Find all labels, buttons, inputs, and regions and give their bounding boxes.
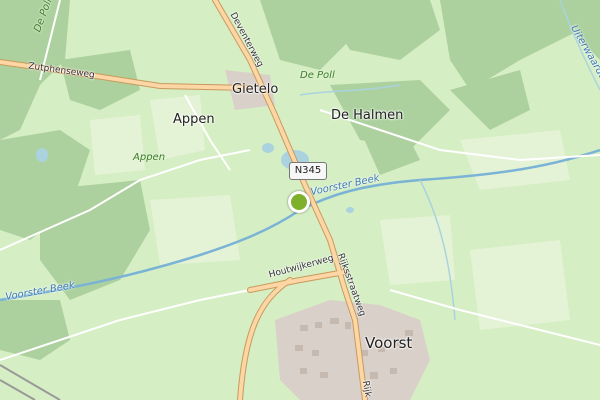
place-label-gietelo: Gietelo bbox=[232, 82, 279, 97]
place-label-de-halmen: De Halmen bbox=[331, 108, 404, 123]
location-pin-icon[interactable] bbox=[288, 191, 310, 213]
area-label-de-poll: De Poll bbox=[300, 70, 335, 81]
location-pin-dot bbox=[291, 194, 307, 210]
place-label-voorst: Voorst bbox=[365, 334, 413, 352]
area-label-appen: Appen bbox=[133, 152, 166, 163]
map-view[interactable]: Gietelo Appen Appen De Halmen Voorst Zut… bbox=[0, 0, 600, 400]
place-label-appen: Appen bbox=[173, 112, 215, 127]
road-shield-n345: N345 bbox=[289, 162, 327, 180]
